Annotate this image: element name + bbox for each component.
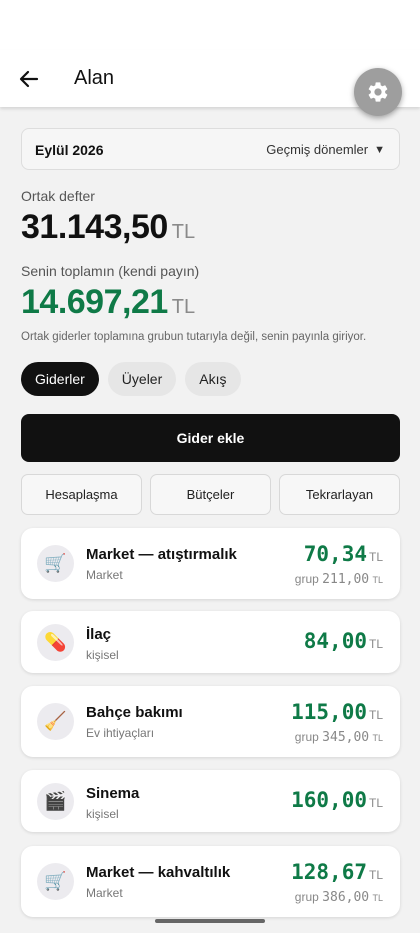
recurring-button[interactable]: Tekrarlayan — [279, 474, 400, 515]
budgets-button[interactable]: Bütçeler — [150, 474, 271, 515]
expense-currency: TL — [368, 708, 383, 722]
tab-expenses[interactable]: Giderler — [21, 362, 99, 396]
expense-category: Ev ihtiyaçları — [86, 726, 155, 740]
own-total-label: Senin toplamın (kendi payın) — [21, 263, 200, 279]
expense-title: Market — kahvaltılık — [86, 864, 231, 881]
caret-down-icon: ▼ — [374, 143, 385, 156]
expense-amount-value: 70,34 — [303, 542, 367, 566]
secondary-actions: Hesaplaşma Bütçeler Tekrarlayan — [21, 474, 400, 515]
shared-ledger-label: Ortak defter — [21, 188, 95, 204]
expense-amount-value: 128,67 — [291, 860, 367, 884]
share-note: Ortak giderler toplamına grubun tutarıyl… — [21, 331, 367, 343]
expense-group-total: grup 345,00 TL — [295, 730, 383, 745]
period-label: Eylül 2026 — [35, 142, 104, 158]
period-selector[interactable]: Eylül 2026 Geçmiş dönemler ▼ — [21, 128, 400, 170]
expense-amount: 70,34 TL — [304, 542, 383, 566]
add-expense-button[interactable]: Gider ekle — [21, 414, 400, 462]
own-amount-value: 14.697,21 — [21, 283, 168, 321]
group-currency: TL — [372, 733, 383, 743]
expense-amount-value: 84,00 — [303, 629, 367, 653]
expense-card[interactable]: 🛒 Market — kahvaltılık Market 128,67 TL g… — [21, 846, 400, 917]
expense-title: Sinema — [86, 785, 140, 802]
expense-amount: 84,00 TL — [304, 629, 383, 653]
back-button[interactable] — [14, 64, 44, 94]
shared-amount-value: 31.143,50 — [21, 208, 168, 246]
arrow-left-icon — [19, 70, 39, 88]
group-currency: TL — [372, 893, 383, 903]
group-label: grup — [294, 730, 319, 744]
pill-icon: 💊 — [37, 624, 74, 661]
group-amount: 386,00 — [322, 890, 370, 905]
expense-group-total: grup 386,00 TL — [295, 890, 383, 905]
expense-card[interactable]: 🛒 Market — atıştırmalık Market 70,34 TL g… — [21, 528, 400, 599]
tab-members[interactable]: Üyeler — [107, 362, 177, 396]
expense-title: Bahçe bakımı — [86, 704, 183, 721]
expense-amount-value: 115,00 — [291, 700, 367, 724]
expense-currency: TL — [368, 868, 383, 882]
page-title: Alan — [74, 67, 115, 89]
home-indicator[interactable] — [155, 919, 265, 923]
expense-title: İlaç — [86, 626, 112, 643]
expense-category: Market — [86, 568, 123, 582]
expense-amount: 160,00 TL — [291, 788, 383, 812]
expense-category: Market — [86, 886, 123, 900]
shared-ledger-amount: 31.143,50 TL — [21, 208, 195, 247]
expense-category: kişisel — [86, 807, 119, 821]
shopping-cart-icon: 🛒 — [37, 545, 74, 582]
group-amount: 345,00 — [322, 730, 370, 745]
past-periods-label: Geçmiş dönemler — [266, 142, 369, 157]
own-total-amount: 14.697,21 TL — [21, 283, 195, 322]
clapper-board-icon: 🎬 — [37, 783, 74, 820]
expense-category: kişisel — [86, 648, 119, 662]
group-amount: 211,00 — [322, 572, 370, 587]
broom-icon: 🧹 — [37, 703, 74, 740]
group-label: grup — [294, 890, 319, 904]
settle-button[interactable]: Hesaplaşma — [21, 474, 142, 515]
expense-amount: 128,67 TL — [291, 860, 383, 884]
own-amount-currency: TL — [171, 296, 196, 318]
status-bar — [0, 0, 420, 50]
expense-title: Market — atıştırmalık — [86, 546, 237, 563]
expense-amount-value: 160,00 — [291, 788, 367, 812]
expense-card[interactable]: 🎬 Sinema kişisel 160,00 TL — [21, 770, 400, 832]
expense-currency: TL — [368, 796, 383, 810]
shared-amount-currency: TL — [171, 221, 196, 243]
expense-card[interactable]: 🧹 Bahçe bakımı Ev ihtiyaçları 115,00 TL g… — [21, 686, 400, 757]
expense-currency: TL — [368, 550, 383, 564]
tab-bar: Giderler Üyeler Akış — [21, 362, 241, 396]
expense-group-total: grup 211,00 TL — [295, 572, 383, 587]
past-periods-dropdown[interactable]: Geçmiş dönemler ▼ — [266, 142, 385, 157]
expense-card[interactable]: 💊 İlaç kişisel 84,00 TL — [21, 611, 400, 673]
group-currency: TL — [372, 575, 383, 585]
expense-amount: 115,00 TL — [291, 700, 383, 724]
shopping-cart-icon: 🛒 — [37, 863, 74, 900]
group-label: grup — [294, 572, 319, 586]
settings-button[interactable] — [354, 68, 402, 116]
expense-currency: TL — [368, 637, 383, 651]
gear-icon — [368, 82, 388, 102]
tab-flow[interactable]: Akış — [185, 362, 241, 396]
